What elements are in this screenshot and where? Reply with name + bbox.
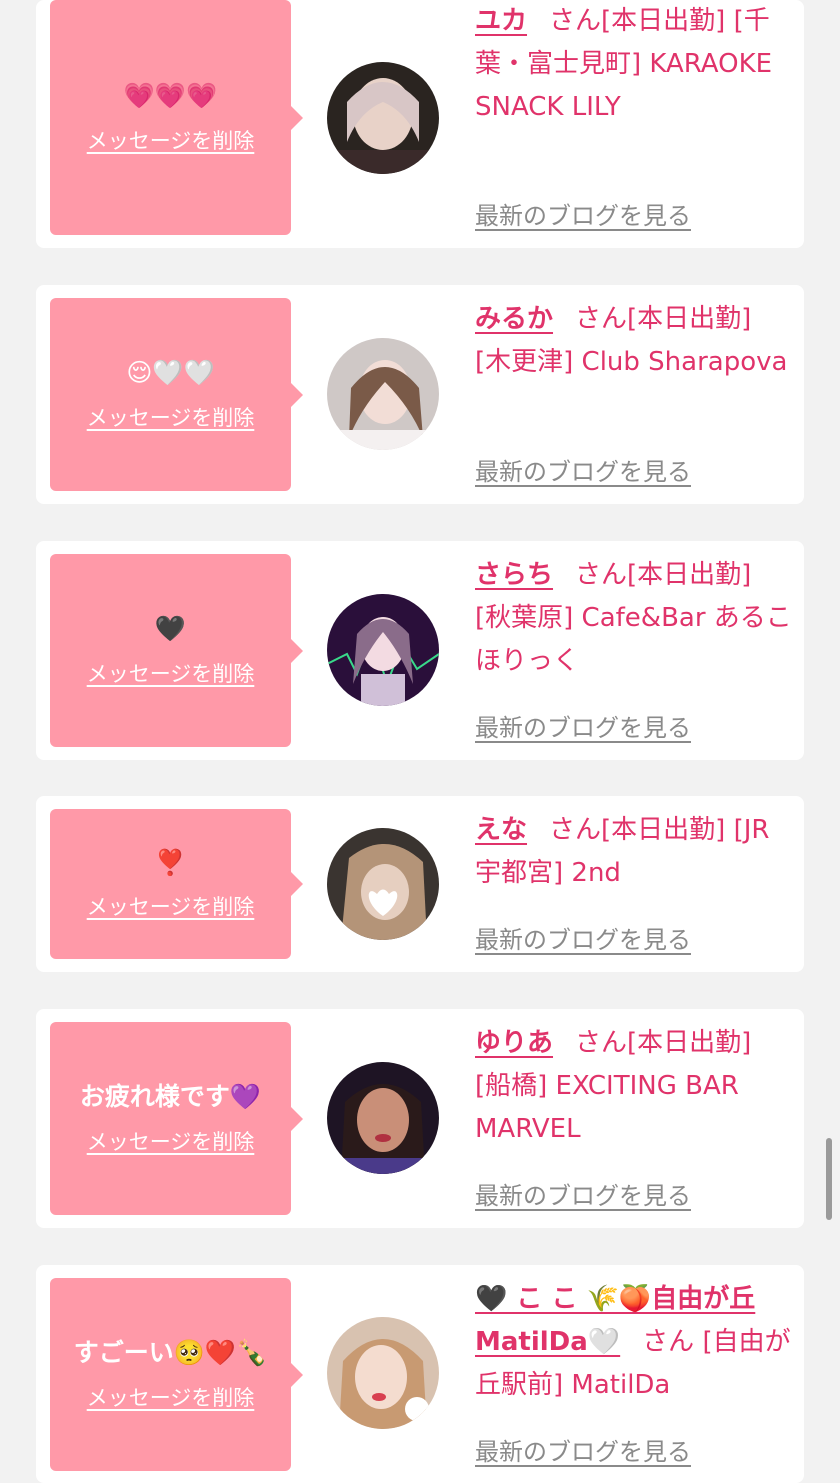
- latest-blog-link[interactable]: 最新のブログを見る: [475, 708, 691, 743]
- honorific: さん: [575, 1028, 628, 1058]
- message-text: 🖤: [154, 614, 187, 644]
- avatar[interactable]: [327, 62, 439, 174]
- cast-name-link[interactable]: みるか: [475, 304, 553, 334]
- cast-name-link[interactable]: えな: [475, 815, 527, 845]
- attendance-status: [本日出勤]: [627, 1028, 752, 1058]
- latest-blog-link[interactable]: 最新のブログを見る: [475, 1176, 691, 1211]
- shop-name: [秋葉原] Cafe&Bar あるこほりっく: [475, 603, 792, 676]
- delete-message-link[interactable]: メッセージを削除: [87, 402, 255, 432]
- delete-message-link[interactable]: メッセージを削除: [87, 125, 255, 155]
- message-bubble: 😌🤍🤍 メッセージを削除: [50, 298, 303, 491]
- honorific: さん: [549, 6, 602, 36]
- attendance-status: [本日出勤]: [627, 560, 752, 590]
- attendance-status: [本日出勤]: [601, 815, 726, 845]
- cast-info: ユカ さん[本日出勤] [千葉・富士見町] KARAOKE SNACK LILY: [475, 0, 795, 129]
- avatar[interactable]: [327, 1062, 439, 1174]
- scrollbar[interactable]: [826, 1138, 832, 1220]
- message-text: 💗💗💗: [123, 81, 218, 111]
- cast-info: えな さん[本日出勤] [JR宇都宮] 2nd: [475, 809, 795, 895]
- message-bubble: ❣️ メッセージを削除: [50, 809, 303, 959]
- latest-blog-link[interactable]: 最新のブログを見る: [475, 1432, 691, 1467]
- message-card: 💗💗💗 メッセージを削除 ユカ さん[本日出勤] [千葉・富士見町] KARAOK…: [36, 0, 804, 248]
- message-bubble: 💗💗💗 メッセージを削除: [50, 0, 303, 235]
- message-card: ❣️ メッセージを削除 えな さん[本日出勤] [JR宇都宮] 2nd 最新のブロ…: [36, 796, 804, 972]
- message-card: 😌🤍🤍 メッセージを削除 みるか さん[本日出勤] [木更津] Club Shar…: [36, 285, 804, 504]
- cast-info: ゆりあ さん[本日出勤] [船橋] EXCITING BAR MARVEL: [475, 1022, 795, 1151]
- delete-message-link[interactable]: メッセージを削除: [87, 658, 255, 688]
- avatar[interactable]: [327, 594, 439, 706]
- latest-blog-link[interactable]: 最新のブログを見る: [475, 920, 691, 955]
- message-bubble: 🖤 メッセージを削除: [50, 554, 303, 747]
- avatar[interactable]: [327, 828, 439, 940]
- message-card: すごーい🥺❤️🍾 メッセージを削除 🖤 こ こ 🌾🍑自由が丘MatilDa🤍 さん…: [36, 1265, 804, 1483]
- message-text: ❣️: [154, 847, 187, 877]
- cast-name-link[interactable]: さらち: [475, 560, 553, 590]
- message-bubble: すごーい🥺❤️🍾 メッセージを削除: [50, 1278, 303, 1471]
- message-text: すごーい🥺❤️🍾: [73, 1338, 268, 1368]
- message-list: 💗💗💗 メッセージを削除 ユカ さん[本日出勤] [千葉・富士見町] KARAOK…: [0, 0, 840, 1483]
- attendance-status: [本日出勤]: [601, 6, 726, 36]
- honorific: さん: [642, 1327, 695, 1357]
- honorific: さん: [549, 815, 602, 845]
- cast-info: みるか さん[本日出勤] [木更津] Club Sharapova: [475, 298, 795, 384]
- delete-message-link[interactable]: メッセージを削除: [87, 1126, 255, 1156]
- message-card: お疲れ様です💜 メッセージを削除 ゆりあ さん[本日出勤] [船橋] EXCITI…: [36, 1009, 804, 1228]
- shop-name: [木更津] Club Sharapova: [475, 347, 788, 377]
- latest-blog-link[interactable]: 最新のブログを見る: [475, 452, 691, 487]
- cast-name-link[interactable]: ゆりあ: [475, 1028, 553, 1058]
- attendance-status: [本日出勤]: [627, 304, 752, 334]
- shop-name: [船橋] EXCITING BAR MARVEL: [475, 1071, 739, 1144]
- message-bubble: お疲れ様です💜 メッセージを削除: [50, 1022, 303, 1215]
- message-text: 😌🤍🤍: [126, 358, 215, 388]
- cast-info: さらち さん[本日出勤] [秋葉原] Cafe&Bar あるこほりっく: [475, 554, 795, 683]
- cast-info: 🖤 こ こ 🌾🍑自由が丘MatilDa🤍 さん [自由が丘駅前] MatilDa: [475, 1278, 795, 1407]
- delete-message-link[interactable]: メッセージを削除: [87, 891, 255, 921]
- avatar[interactable]: [327, 338, 439, 450]
- delete-message-link[interactable]: メッセージを削除: [87, 1382, 255, 1412]
- honorific: さん: [575, 304, 628, 334]
- message-card: 🖤 メッセージを削除 さらち さん[本日出勤] [秋葉原] Cafe&Bar ある…: [36, 541, 804, 760]
- message-text: お疲れ様です💜: [79, 1082, 262, 1112]
- avatar[interactable]: [327, 1317, 439, 1429]
- latest-blog-link[interactable]: 最新のブログを見る: [475, 196, 691, 231]
- cast-name-link[interactable]: ユカ: [475, 6, 527, 36]
- honorific: さん: [575, 560, 628, 590]
